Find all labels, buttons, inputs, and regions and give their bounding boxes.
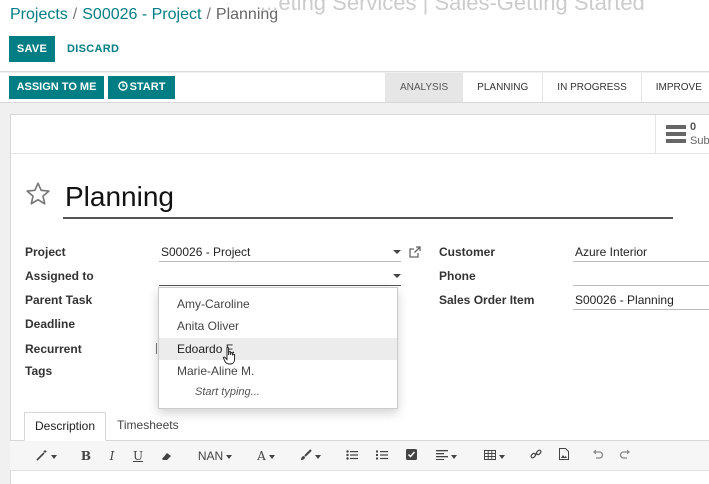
breadcrumb-project[interactable]: S00026 - Project: [82, 6, 201, 23]
assigned-to-input[interactable]: [159, 268, 401, 286]
breadcrumb: Projects / S00026 - Project / Planning: [10, 6, 278, 24]
paragraph-dropdown[interactable]: [432, 441, 460, 471]
assigned-to-label: Assigned to: [25, 269, 94, 283]
window-title-blurred: ...eting Services | Sales-Getting Starte…: [260, 0, 645, 15]
bold-button[interactable]: B: [78, 441, 94, 471]
breadcrumb-separator: /: [72, 6, 78, 23]
save-button[interactable]: SAVE: [9, 36, 55, 62]
checkbox-icon: [405, 449, 417, 460]
subtask-label: Sub: [690, 135, 709, 147]
numbered-list-button[interactable]: [374, 441, 390, 471]
dropdown-option[interactable]: Marie-Aline M.: [159, 360, 397, 382]
font-size-value: NAN: [197, 449, 224, 463]
notebook-tabs: Description Timesheets: [10, 410, 709, 441]
font-color-dropdown[interactable]: A: [254, 441, 278, 471]
start-typing-hint: Start typing...: [195, 386, 260, 398]
tab-description[interactable]: Description: [24, 412, 107, 441]
control-panel: ...eting Services | Sales-Getting Starte…: [0, 0, 709, 72]
checklist-button[interactable]: [403, 441, 419, 471]
eraser-icon: [162, 453, 171, 460]
image-button[interactable]: [556, 441, 572, 471]
image-file-icon: [559, 448, 569, 460]
parent-task-label: Parent Task: [25, 293, 93, 307]
magic-wand-button[interactable]: [32, 441, 60, 471]
numbered-list-icon: [376, 450, 388, 460]
italic-button[interactable]: I: [104, 441, 120, 471]
recurrent-label: Recurrent: [25, 342, 82, 356]
undo-button[interactable]: [590, 441, 606, 471]
underline-button[interactable]: U: [130, 441, 146, 471]
task-title-input[interactable]: Planning: [63, 179, 673, 219]
phone-field[interactable]: [573, 268, 709, 286]
external-link-icon[interactable]: [409, 246, 421, 258]
bullet-list-button[interactable]: [344, 441, 360, 471]
sales-order-item-field[interactable]: S00026 - Planning: [573, 292, 709, 310]
assignee-dropdown: Amy-Caroline Anita Oliver Edoardo F. Mar…: [158, 287, 398, 409]
undo-icon: [593, 449, 604, 459]
chevron-down-icon[interactable]: [393, 274, 401, 278]
project-field[interactable]: S00026 - Project: [159, 244, 401, 262]
deadline-label: Deadline: [25, 317, 76, 331]
tags-label: Tags: [25, 364, 53, 378]
editor-toolbar: B I U NAN A: [10, 441, 709, 471]
font-size-dropdown[interactable]: NAN: [193, 441, 237, 471]
star-icon[interactable]: [25, 181, 51, 207]
chevron-down-icon[interactable]: [393, 250, 401, 254]
align-left-icon: [435, 450, 448, 460]
customer-field[interactable]: Azure Interior: [573, 244, 709, 262]
phone-label: Phone: [439, 269, 476, 283]
dropdown-option[interactable]: Amy-Caroline: [159, 293, 397, 315]
dropdown-option[interactable]: Anita Oliver: [159, 315, 397, 337]
bullet-list-icon: [346, 450, 358, 460]
stage-selector: ANALYSIS PLANNING IN PROGRESS IMPROVE: [385, 73, 709, 102]
assign-to-me-button[interactable]: ASSIGN TO ME: [9, 76, 104, 99]
start-label: START: [129, 81, 166, 93]
list-icon: [666, 125, 686, 143]
redo-button[interactable]: [617, 441, 633, 471]
brush-icon: [300, 449, 312, 460]
table-icon: [483, 450, 496, 460]
discard-button[interactable]: DISCARD: [62, 36, 124, 62]
breadcrumb-current: Planning: [215, 6, 279, 23]
eraser-button[interactable]: [158, 441, 176, 471]
stage-planning[interactable]: PLANNING: [462, 73, 543, 102]
clock-icon: [117, 81, 128, 91]
subtask-count: 0: [690, 121, 697, 133]
highlight-button[interactable]: [296, 441, 324, 471]
dropdown-option[interactable]: Edoardo F.: [159, 338, 397, 360]
sales-order-item-label: Sales Order Item: [439, 293, 535, 307]
project-value: S00026 - Project: [161, 245, 251, 259]
tab-timesheets[interactable]: Timesheets: [107, 412, 189, 441]
magic-wand-icon: [35, 450, 46, 461]
link-icon: [530, 449, 542, 459]
breadcrumb-separator: /: [206, 6, 211, 23]
redo-icon: [619, 449, 630, 459]
table-dropdown[interactable]: [480, 441, 508, 471]
project-label: Project: [25, 245, 66, 259]
button-box: 0 Sub: [11, 115, 709, 154]
link-button[interactable]: [528, 441, 544, 471]
stage-improve[interactable]: IMPROVE: [640, 73, 709, 102]
breadcrumb-projects[interactable]: Projects: [10, 6, 68, 23]
stage-in-progress[interactable]: IN PROGRESS: [542, 73, 641, 102]
customer-label: Customer: [439, 245, 496, 259]
hand-cursor-icon: [223, 347, 236, 365]
stage-analysis[interactable]: ANALYSIS: [385, 73, 463, 102]
status-bar: ASSIGN TO ME START ANALYSIS PLANNING IN …: [0, 73, 709, 103]
font-color-label: A: [257, 449, 266, 463]
start-button[interactable]: START: [108, 76, 175, 99]
subtasks-smart-button[interactable]: 0 Sub: [655, 115, 709, 154]
